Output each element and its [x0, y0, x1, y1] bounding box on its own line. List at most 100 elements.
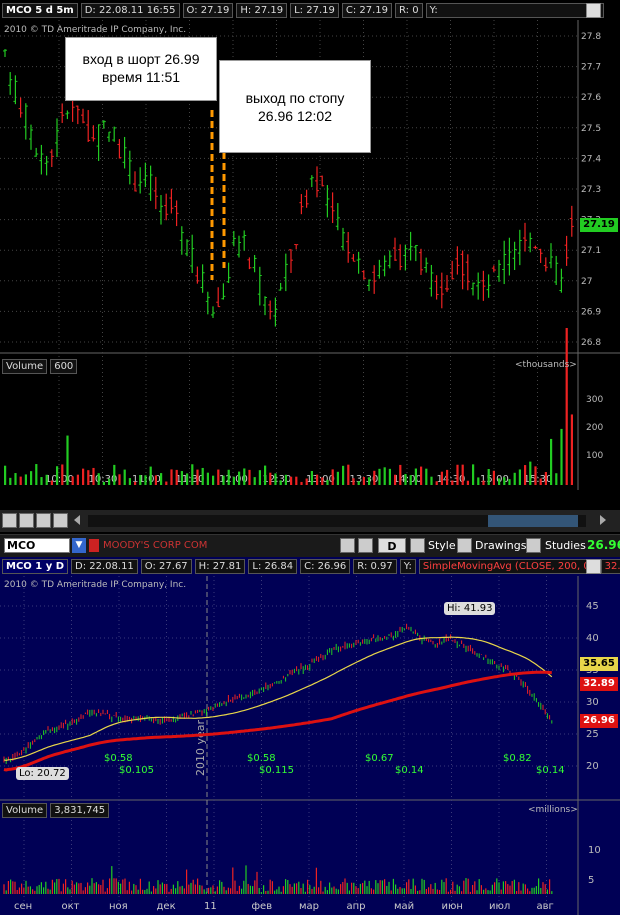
- scrollbar-thumb[interactable]: [488, 515, 578, 527]
- volume-bar: [80, 882, 82, 894]
- volume-bar: [540, 887, 542, 894]
- volume-bar: [238, 471, 241, 485]
- volume-bar: [14, 881, 16, 894]
- studies-icon[interactable]: [526, 538, 541, 553]
- volume-bar: [318, 887, 320, 894]
- volume-bar: [291, 886, 293, 894]
- volume-bar: [335, 888, 337, 894]
- volume-bar: [137, 889, 139, 894]
- volume-bar: [445, 878, 447, 894]
- bottom-field-range: R: 0.97: [353, 559, 397, 574]
- dividend-6: $0.14: [395, 765, 424, 776]
- volume-bar: [102, 481, 105, 485]
- drawings-button[interactable]: Drawings: [475, 539, 526, 552]
- edit-icon[interactable]: [358, 538, 373, 553]
- volume-bar: [241, 888, 243, 894]
- time-tick-label: 13:00: [306, 474, 335, 485]
- volume-bar: [92, 467, 95, 485]
- volume-bar: [456, 884, 458, 894]
- volume-bar: [263, 885, 265, 894]
- volume-bar: [170, 469, 173, 485]
- settings-icon[interactable]: [340, 538, 355, 553]
- price-tick-label: 25: [586, 729, 599, 740]
- volume-bar: [82, 468, 85, 485]
- time-tick-label: июл: [489, 901, 510, 912]
- cursor-icon[interactable]: [53, 513, 68, 528]
- volume-bar: [166, 883, 168, 894]
- volume-tick-label: 200: [586, 423, 603, 433]
- volume-bar: [175, 469, 178, 485]
- volume-bar: [93, 883, 95, 894]
- style-icon[interactable]: [410, 538, 425, 553]
- style-button[interactable]: Style: [428, 539, 456, 552]
- crosshair-icon[interactable]: [2, 513, 17, 528]
- volume-bar: [533, 887, 535, 894]
- bottom-chart-menu-icon[interactable]: [586, 559, 601, 574]
- volume-bar: [423, 879, 425, 894]
- volume-bar: [65, 879, 67, 894]
- dividend-5: $0.67: [365, 753, 394, 764]
- zoom-out-icon[interactable]: [36, 513, 51, 528]
- drawings-icon[interactable]: [457, 538, 472, 553]
- volume-bar: [179, 886, 181, 894]
- volume-bar: [300, 888, 302, 894]
- period-button[interactable]: D: [378, 538, 406, 553]
- volume-bar: [336, 471, 339, 485]
- volume-bar: [399, 464, 402, 485]
- studies-button[interactable]: Studies: [545, 539, 586, 552]
- exit-note-line1: выход по стопу: [245, 90, 345, 106]
- volume-bar: [144, 475, 147, 485]
- volume-bar: [340, 884, 342, 894]
- volume-bar: [123, 469, 126, 485]
- volume-bar: [551, 891, 553, 894]
- volume-bar: [76, 474, 79, 485]
- volume-bar: [258, 470, 261, 485]
- top-chart-menu-icon[interactable]: [586, 3, 601, 18]
- volume-bar: [102, 879, 104, 894]
- volume-bar: [430, 476, 433, 485]
- volume-bar: [124, 878, 126, 894]
- volume-bar: [524, 884, 526, 894]
- volume-bar: [446, 469, 449, 485]
- scroll-right-icon[interactable]: [600, 515, 606, 525]
- volume-bar: [61, 464, 64, 485]
- volume-bar: [440, 471, 443, 485]
- volume-bar: [538, 878, 540, 894]
- volume-bar: [498, 478, 501, 485]
- volume-bar: [87, 882, 89, 894]
- volume-bar: [267, 890, 269, 894]
- time-tick-label: дек: [157, 901, 176, 912]
- symbol-input[interactable]: MCO: [4, 538, 70, 553]
- bottom-company-text: 2010 © TD Ameritrade IP Company, Inc.: [4, 580, 187, 590]
- volume-bar: [120, 883, 122, 894]
- top-symbol[interactable]: MCO 5 d 5m: [2, 3, 78, 18]
- alert-icon[interactable]: [89, 539, 99, 552]
- volume-tick-label: 300: [586, 395, 603, 405]
- volume-bar: [509, 885, 511, 894]
- volume-bar: [45, 881, 47, 894]
- volume-bar: [109, 878, 111, 894]
- volume-bar: [113, 878, 115, 894]
- entry-note-line2: время 11:51: [101, 69, 181, 85]
- volume-bar: [359, 883, 361, 894]
- volume-bar: [78, 883, 80, 894]
- top-chart-header: MCO 5 d 5m D: 22.08.11 16:55 O: 27.19 H:…: [0, 2, 604, 19]
- zoom-in-icon[interactable]: [19, 513, 34, 528]
- volume-bar: [492, 470, 495, 485]
- bottom-volume-units: <millions>: [528, 805, 578, 815]
- volume-bar: [160, 473, 163, 485]
- horizontal-scrollbar[interactable]: [88, 515, 586, 527]
- volume-bar: [520, 890, 522, 894]
- price-tick-label: 27.5: [581, 124, 601, 134]
- study-label[interactable]: SimpleMovingAvg (CLOSE, 200, 0): [418, 559, 598, 574]
- volume-bar: [40, 882, 42, 894]
- volume-bar: [295, 476, 298, 485]
- dividend-1: $0.58: [104, 753, 133, 764]
- volume-bar: [293, 883, 295, 894]
- bottom-symbol[interactable]: MCO 1 y D: [2, 559, 69, 574]
- scroll-left-icon[interactable]: [74, 515, 80, 525]
- volume-bar: [472, 464, 475, 485]
- symbol-dropdown-icon[interactable]: ▼: [72, 538, 86, 553]
- volume-bar: [258, 887, 260, 894]
- volume-bar: [465, 878, 467, 894]
